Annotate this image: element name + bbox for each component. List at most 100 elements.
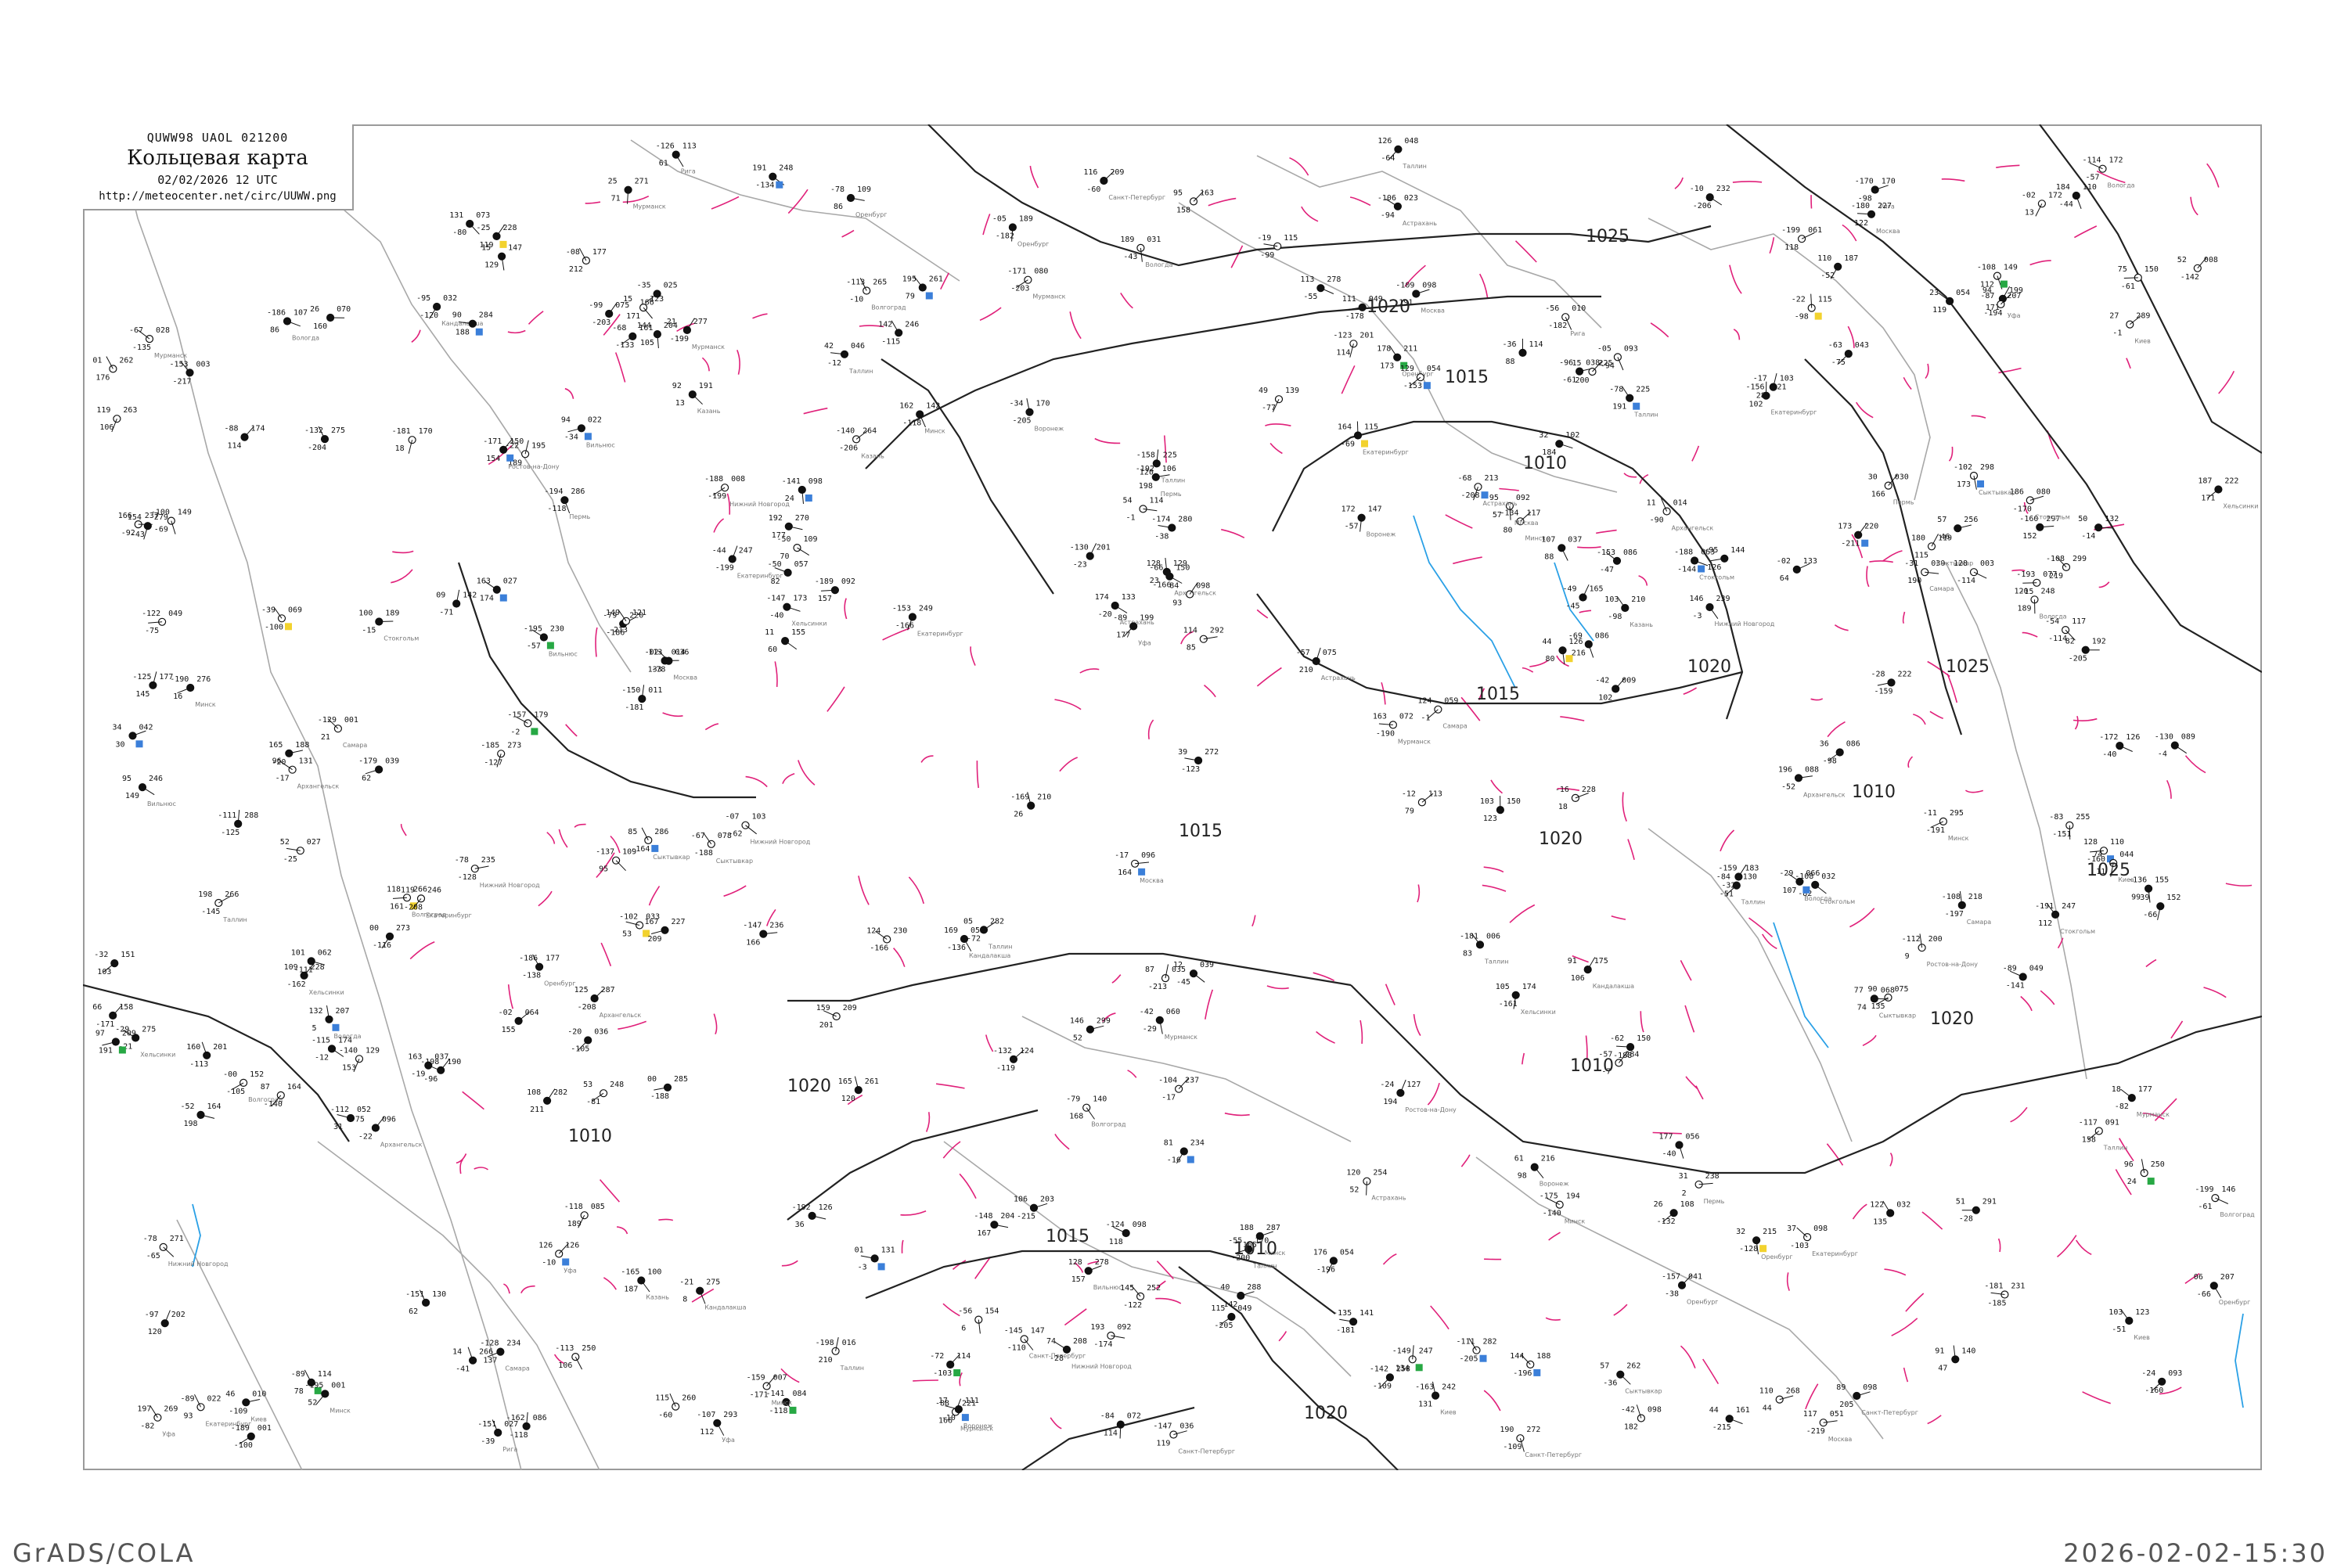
station-plot[interactable]: 2527171Мурманск xyxy=(608,178,666,210)
station-plot[interactable]: -22115-98 xyxy=(1792,294,1832,322)
station-plot[interactable]: -181231-185 xyxy=(1984,1282,2025,1308)
station-plot[interactable]: 95163158 xyxy=(1173,189,1214,214)
station-plot[interactable]: 128003-114 xyxy=(1954,559,1994,585)
station-plot[interactable]: -24093-160 xyxy=(2141,1369,2182,1395)
station-plot[interactable]: 85286-164Сыктывкар xyxy=(628,828,690,861)
station-plot[interactable]: 37098-103Екатеринбург xyxy=(1787,1225,1858,1257)
station-plot[interactable]: 26070160 xyxy=(310,305,351,331)
station-plot[interactable]: -111282-205 xyxy=(1457,1338,1497,1364)
station-plot[interactable]: 176054-196 xyxy=(1313,1248,1354,1274)
station-plot[interactable]: -153249-166Екатеринбург xyxy=(892,605,963,638)
station-plot[interactable]: 94022-34Вильнюс xyxy=(561,415,615,448)
station-plot[interactable]: -130201-23 xyxy=(1070,543,1111,569)
station-plot[interactable]: -79140168Волгоград xyxy=(1066,1095,1126,1128)
station-plot[interactable]: -148204167 xyxy=(974,1212,1014,1238)
station-plot[interactable]: -102298173Сыктывкар xyxy=(1954,463,2015,496)
station-plot[interactable]: 75096-22Архангельск xyxy=(355,1116,423,1149)
station-plot[interactable]: -88174114 xyxy=(225,425,265,451)
station-plot[interactable]: 01131-3 xyxy=(855,1246,895,1271)
station-plot[interactable]: 125287-208Архангельск xyxy=(574,986,642,1019)
station-plot[interactable]: -195230-57Вильнюс xyxy=(524,625,578,658)
station-plot[interactable]: 46010-109Киев xyxy=(225,1390,267,1422)
station-plot[interactable]: 103150123 xyxy=(1480,796,1521,823)
station-plot[interactable]: 193092-174 xyxy=(1090,1323,1131,1349)
station-plot[interactable]: -17903962 xyxy=(358,757,399,783)
station-plot[interactable]: 106203-215 xyxy=(1014,1196,1054,1221)
station-plot[interactable]: -113250106 xyxy=(555,1344,596,1370)
station-plot[interactable]: -135141-181 xyxy=(1333,1309,1374,1335)
station-plot[interactable]: -07103-62Нижний Новгород xyxy=(726,813,811,846)
station-plot[interactable]: -3611488 xyxy=(1503,339,1543,366)
station-plot[interactable]: 19526179 xyxy=(902,275,943,301)
station-plot[interactable]: 103123-51Киев xyxy=(2109,1308,2150,1341)
station-plot[interactable]: -153086-47 xyxy=(1597,548,1637,574)
station-plot[interactable]: -108218-197Самара xyxy=(1942,891,1992,926)
station-plot[interactable]: 51291-28 xyxy=(1956,1198,1997,1224)
station-plot[interactable]: 52008-142 xyxy=(2177,256,2218,282)
station-plot[interactable]: -24127194Ростов-на-Дону xyxy=(1380,1080,1457,1113)
station-plot[interactable]: -122049-75 xyxy=(142,610,182,635)
station-plot[interactable]: 11429285 xyxy=(1183,627,1224,653)
station-plot[interactable]: 159209201 xyxy=(816,1004,857,1030)
station-plot[interactable]: -106023-94Астрахань xyxy=(1377,194,1437,227)
station-plot[interactable]: -118085189 xyxy=(564,1203,605,1228)
station-plot[interactable]: -174280-38 xyxy=(1151,516,1192,541)
station-plot[interactable]: 57262-36Сыктывкар xyxy=(1600,1362,1662,1395)
station-plot[interactable]: -194286-118Пермь xyxy=(544,487,590,520)
station-plot[interactable]: -104237-17 xyxy=(1158,1077,1199,1102)
station-plot[interactable]: -67078-188Сыктывкар xyxy=(691,832,753,865)
station-plot[interactable]: 26108-132 xyxy=(1654,1200,1694,1226)
station-plot[interactable]: 177056-40 xyxy=(1659,1132,1700,1158)
station-plot[interactable]: -15113062 xyxy=(405,1290,446,1316)
station-plot[interactable]: -171080-203Мурманск xyxy=(1007,268,1065,300)
station-plot[interactable]: -72114-103 xyxy=(930,1352,971,1378)
station-plot[interactable]: -0213364 xyxy=(1777,557,1817,583)
station-plot[interactable]: -00152-105Волгоград xyxy=(223,1070,283,1103)
station-plot[interactable]: -20036-105 xyxy=(567,1028,608,1054)
station-plot[interactable]: -66150-166Архангельск xyxy=(1149,564,1216,597)
station-plot[interactable]: 23054119 xyxy=(1929,289,1970,315)
station-plot[interactable]: -19212636 xyxy=(792,1203,833,1229)
station-plot[interactable]: 27289-1Киев xyxy=(2109,312,2151,345)
station-plot[interactable]: 32215-128Оренбург xyxy=(1736,1228,1792,1261)
station-plot[interactable]: 103210-98Казань xyxy=(1604,595,1653,628)
station-plot[interactable]: -97202120 xyxy=(145,1311,185,1337)
station-plot[interactable]: 167227209 xyxy=(645,918,686,944)
station-plot[interactable]: -165100187Казань xyxy=(621,1268,669,1301)
station-plot[interactable]: 189031-43Вологда xyxy=(1120,236,1172,268)
station-plot[interactable]: 117051-219Москва xyxy=(1803,1410,1853,1443)
station-plot[interactable]: 145252-122 xyxy=(1120,1284,1161,1310)
station-plot[interactable]: 39272-123 xyxy=(1178,748,1219,774)
station-plot[interactable]: 126048-64Таллин xyxy=(1377,137,1426,170)
station-plot[interactable]: -189001-100 xyxy=(231,1424,272,1450)
station-plot[interactable]: 44161-215 xyxy=(1709,1406,1750,1432)
station-plot[interactable]: 110187-52 xyxy=(1817,254,1858,280)
station-plot[interactable]: -191247112Стокгольм xyxy=(2035,902,2095,935)
station-plot[interactable]: -18117018 xyxy=(392,427,433,454)
station-plot[interactable]: 142246-115 xyxy=(878,320,919,346)
station-plot[interactable]: 124059-1Самара xyxy=(1417,697,1468,730)
station-plot[interactable]: 42046-12Таллин xyxy=(824,342,873,375)
station-plot[interactable]: -02064155 xyxy=(499,1009,539,1034)
station-plot[interactable]: 149121-213 xyxy=(606,609,646,635)
station-plot[interactable]: 190272-109Санкт-Петербург xyxy=(1500,1426,1582,1458)
station-plot[interactable]: -84072114 xyxy=(1100,1412,1141,1439)
station-plot[interactable]: -0217213 xyxy=(2022,191,2062,217)
station-plot[interactable]: -1122009Ростов-на-Дону xyxy=(1902,933,1979,968)
station-plot[interactable]: 126126-10Уфа xyxy=(538,1241,579,1274)
station-plot[interactable]: 144188-196 xyxy=(1510,1352,1550,1378)
station-plot[interactable]: -83255-151 xyxy=(2049,813,2090,840)
station-plot[interactable]: 53248-81 xyxy=(583,1081,624,1106)
source-url-link[interactable]: http://meteocenter.net/circ/UUWW.png xyxy=(83,190,352,203)
station-plot[interactable]: -63043-75 xyxy=(1828,341,1869,367)
station-plot[interactable]: 82192-205 xyxy=(2065,638,2106,664)
station-plot[interactable]: 39152-66 xyxy=(2140,894,2181,920)
station-plot[interactable]: 108282211 xyxy=(527,1088,567,1114)
station-plot[interactable]: -125177145 xyxy=(132,671,173,698)
station-plot[interactable]: -34170-205Воронеж xyxy=(1010,398,1064,433)
station-plot[interactable]: -16921026 xyxy=(1010,792,1051,818)
station-plot[interactable]: 1115560 xyxy=(765,628,805,654)
station-plot[interactable]: 146239-3Нижний Новгород xyxy=(1690,595,1775,628)
station-plot[interactable]: -89049-141 xyxy=(2003,965,2044,991)
station-plot[interactable]: -28222-159 xyxy=(1871,670,1912,696)
